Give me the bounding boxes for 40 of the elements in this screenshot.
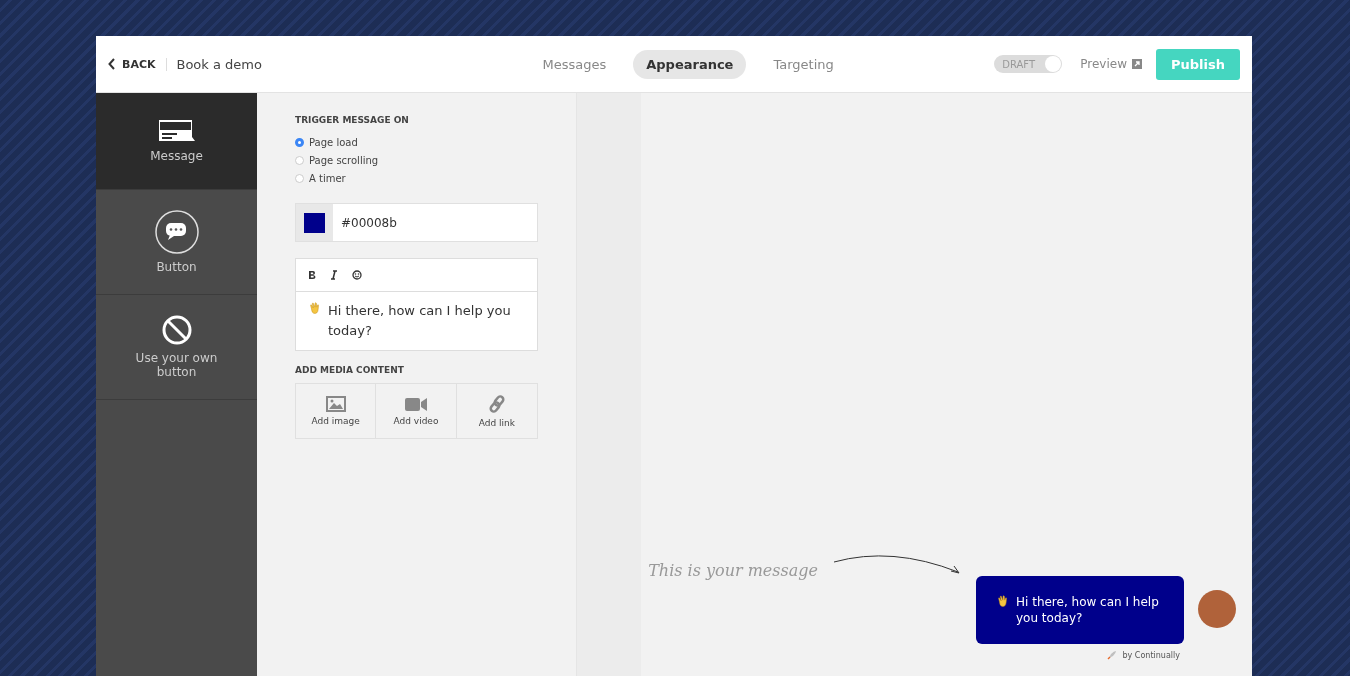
tab[interactable]: Appearance — [633, 49, 747, 79]
section-label: ADD MEDIA CONTENT — [295, 365, 405, 375]
message-text: Hi there, how can I help you today? — [328, 302, 512, 340]
italic-icon — [330, 270, 338, 280]
radio-option[interactable]: Page scrolling — [295, 151, 538, 169]
tab[interactable]: Targeting — [760, 49, 847, 79]
waving-hand-icon — [308, 301, 322, 315]
radio-icon[interactable] — [295, 155, 304, 165]
emoji-button[interactable] — [352, 270, 362, 280]
italic-button[interactable] — [330, 270, 338, 280]
chevron-left-icon — [108, 58, 116, 70]
rocket-icon — [1106, 650, 1117, 660]
link-icon — [486, 394, 507, 414]
image-icon — [325, 396, 346, 412]
smiley-icon — [352, 270, 362, 280]
avatar-circle — [1198, 590, 1236, 628]
prohibited-icon — [161, 315, 192, 345]
handwritten-caption: This is your message — [648, 561, 818, 580]
video-camera-icon — [405, 396, 427, 412]
radio-icon[interactable] — [295, 137, 304, 147]
color-field[interactable]: #00008b — [295, 203, 538, 242]
waving-hand-icon — [996, 594, 1010, 608]
chat-bubble-icon — [154, 210, 199, 254]
radio-option[interactable]: A timer — [295, 169, 538, 187]
bold-icon — [308, 270, 316, 280]
message-card-icon — [157, 119, 196, 143]
color-swatch[interactable] — [304, 212, 325, 233]
sidebar-item[interactable]: Message — [96, 93, 257, 190]
bubble-text: Hi there, how can I help you today? — [1016, 594, 1160, 626]
preview-link[interactable]: Preview — [1080, 57, 1142, 71]
back-link[interactable]: BACK — [108, 57, 167, 71]
credit-text: by Continually — [1122, 650, 1180, 660]
radio-option[interactable]: Page load — [295, 133, 538, 151]
section-label: TRIGGER MESSAGE ON — [295, 115, 410, 125]
tab[interactable]: Messages — [529, 49, 620, 79]
bold-button[interactable] — [308, 270, 316, 280]
page-title: Book a demo — [176, 56, 262, 72]
radio-icon[interactable] — [295, 173, 304, 183]
external-link-icon — [1132, 59, 1142, 69]
message-editor[interactable]: Hi there, how can I help you today? — [295, 258, 538, 351]
